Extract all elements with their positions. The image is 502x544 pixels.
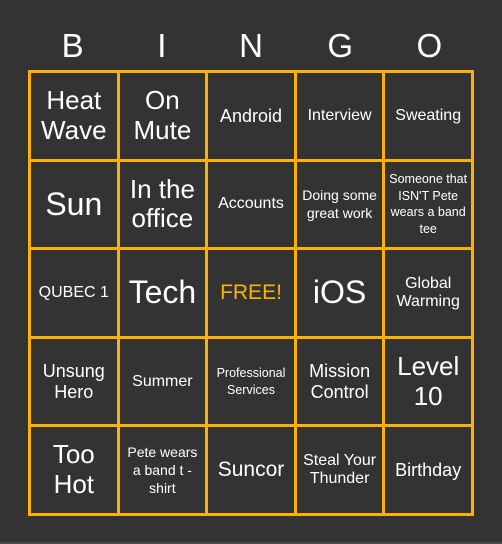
bingo-header: B I N G O <box>28 22 474 70</box>
bingo-cell[interactable]: Sun <box>31 161 117 248</box>
header-letter-i: I <box>157 27 167 64</box>
bingo-cell[interactable]: Someone that ISN'T Pete wears a band tee <box>385 161 471 248</box>
bingo-cell[interactable]: Sweating <box>385 73 471 159</box>
bingo-cell[interactable]: In the office <box>119 161 206 248</box>
bingo-cell[interactable]: Unsung Hero <box>31 338 117 425</box>
bingo-cell[interactable]: Global Warming <box>385 250 471 336</box>
bingo-cell[interactable]: Suncor <box>208 427 294 513</box>
bingo-cell[interactable]: Tech <box>119 250 206 336</box>
bingo-cell[interactable]: Steal Your Thunder <box>296 427 383 513</box>
bingo-cell[interactable]: Professional Services <box>208 338 294 425</box>
bingo-cell[interactable]: Doing some great work <box>296 161 383 248</box>
header-letter-g: G <box>327 27 354 64</box>
bingo-cell[interactable]: Level 10 <box>385 338 471 425</box>
bingo-cell[interactable]: Birthday <box>385 427 471 513</box>
bingo-cell[interactable]: Summer <box>119 338 206 425</box>
free-space-cell[interactable]: FREE! <box>208 250 294 336</box>
bingo-cell[interactable]: Interview <box>296 73 383 159</box>
header-letter-n: N <box>239 27 263 64</box>
bingo-cell[interactable]: Too Hot <box>31 427 117 513</box>
bingo-board: Heat Wave On Mute Android Interview Swea… <box>28 70 474 516</box>
header-letter-o: O <box>416 27 443 64</box>
bingo-cell[interactable]: QUBEC 1 <box>31 250 117 336</box>
bingo-cell[interactable]: Mission Control <box>296 338 383 425</box>
bingo-cell[interactable]: Android <box>208 73 294 159</box>
bingo-cell[interactable]: Accounts <box>208 161 294 248</box>
bingo-cell[interactable]: On Mute <box>119 73 206 159</box>
bingo-cell[interactable]: Heat Wave <box>31 73 117 159</box>
header-letter-b: B <box>61 27 84 64</box>
bingo-cell[interactable]: iOS <box>296 250 383 336</box>
bingo-cell[interactable]: Pete wears a band t - shirt <box>119 427 206 513</box>
